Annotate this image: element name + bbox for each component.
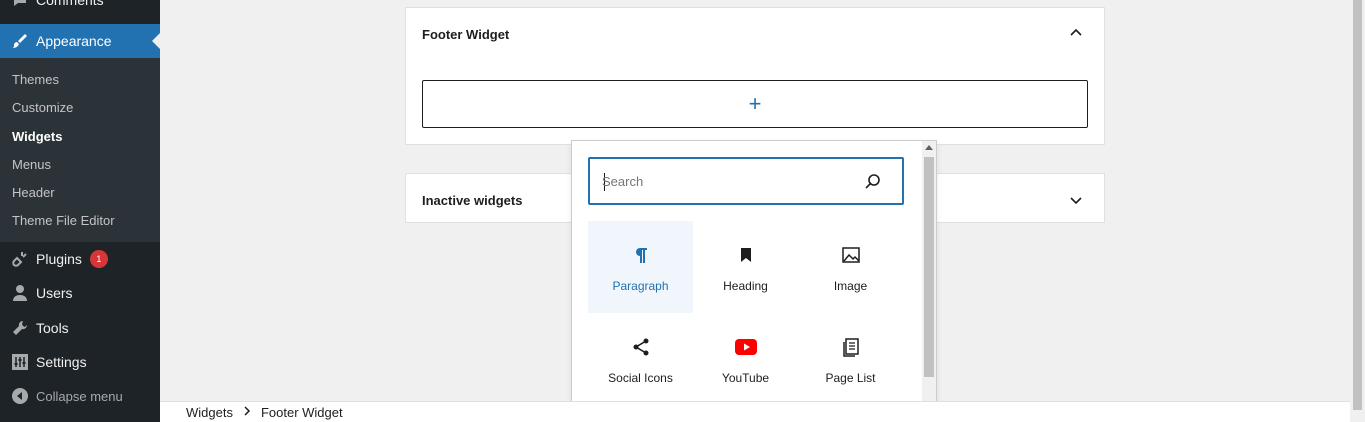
plugins-update-badge: 1 <box>89 250 108 268</box>
wrench-icon <box>10 318 30 338</box>
breadcrumb-current: Footer Widget <box>260 404 343 420</box>
active-menu-arrow <box>152 33 160 49</box>
scrollbar-thumb[interactable] <box>924 157 934 377</box>
plus-icon: + <box>748 91 762 116</box>
menu-item-comments[interactable]: Comments <box>0 0 160 17</box>
menu-item-appearance[interactable]: Appearance <box>0 24 160 58</box>
block-inserter-popover: Paragraph Heading Image Social Icons You… <box>571 140 937 422</box>
block-search-box <box>588 157 904 205</box>
block-social-icons[interactable]: Social Icons <box>588 313 693 405</box>
admin-sidebar: Comments Appearance Themes Customize Wid… <box>0 0 160 422</box>
submenu-item-menus[interactable]: Menus <box>12 157 51 172</box>
plug-icon <box>10 249 30 269</box>
paintbrush-icon <box>10 31 30 51</box>
submenu-item-themes[interactable]: Themes <box>12 72 59 87</box>
block-heading[interactable]: Heading <box>693 221 798 313</box>
block-label: Paragraph <box>612 279 669 293</box>
scroll-up-arrow-icon[interactable] <box>925 145 933 150</box>
chevron-right-icon <box>243 405 251 419</box>
comments-icon <box>10 0 30 10</box>
inserter-scrollbar[interactable] <box>922 141 936 421</box>
page-list-icon <box>839 335 863 359</box>
block-image[interactable]: Image <box>798 221 903 313</box>
submenu-item-customize[interactable]: Customize <box>12 100 73 115</box>
submenu-item-header[interactable]: Header <box>12 185 55 200</box>
page-scrollbar[interactable] <box>1350 0 1365 422</box>
menu-label-comments: Comments <box>36 0 104 8</box>
block-paragraph[interactable]: Paragraph <box>588 221 693 313</box>
menu-item-users[interactable]: Users <box>0 276 160 310</box>
collapse-menu-label: Collapse menu <box>36 388 123 404</box>
footer-widget-title[interactable]: Footer Widget <box>422 27 509 42</box>
collapse-menu-button[interactable]: Collapse menu <box>0 379 160 413</box>
block-label: YouTube <box>721 371 770 385</box>
submenu-item-widgets[interactable]: Widgets <box>12 129 62 144</box>
user-icon <box>10 283 30 303</box>
submenu-item-theme-file-editor[interactable]: Theme File Editor <box>12 213 115 228</box>
add-block-button[interactable]: + <box>422 80 1088 128</box>
block-breadcrumb: Widgets Footer Widget <box>160 401 1350 422</box>
block-label: Page List <box>825 371 876 385</box>
search-icon[interactable] <box>864 173 882 191</box>
menu-label-appearance: Appearance <box>36 33 112 49</box>
chevron-up-icon[interactable] <box>1068 25 1084 41</box>
paragraph-icon <box>629 243 653 267</box>
menu-item-settings[interactable]: Settings <box>0 345 160 379</box>
menu-label-users: Users <box>36 285 73 301</box>
inactive-widgets-title[interactable]: Inactive widgets <box>422 193 522 208</box>
page-scrollbar-thumb[interactable] <box>1353 0 1362 410</box>
footer-widget-area: Footer Widget + <box>405 7 1105 145</box>
chevron-down-icon[interactable] <box>1068 192 1084 208</box>
block-search-input[interactable] <box>602 171 852 191</box>
youtube-icon <box>734 335 758 359</box>
menu-label-settings: Settings <box>36 354 87 370</box>
collapse-arrow-icon <box>10 386 30 406</box>
settings-sliders-icon <box>10 352 30 372</box>
block-label: Heading <box>723 279 768 293</box>
block-label: Image <box>833 279 868 293</box>
breadcrumb-root[interactable]: Widgets <box>186 405 233 420</box>
image-icon <box>839 243 863 267</box>
appearance-submenu: Themes Customize Widgets Menus Header Th… <box>0 58 160 242</box>
menu-label-tools: Tools <box>36 320 69 336</box>
block-label: Social Icons <box>608 371 673 385</box>
share-icon <box>629 335 653 359</box>
block-page-list[interactable]: Page List <box>798 313 903 405</box>
menu-label-plugins: Plugins <box>36 251 82 267</box>
bookmark-icon <box>734 243 758 267</box>
menu-item-tools[interactable]: Tools <box>0 311 160 345</box>
menu-item-plugins[interactable]: Plugins 1 <box>0 242 160 276</box>
block-youtube[interactable]: YouTube <box>693 313 798 405</box>
